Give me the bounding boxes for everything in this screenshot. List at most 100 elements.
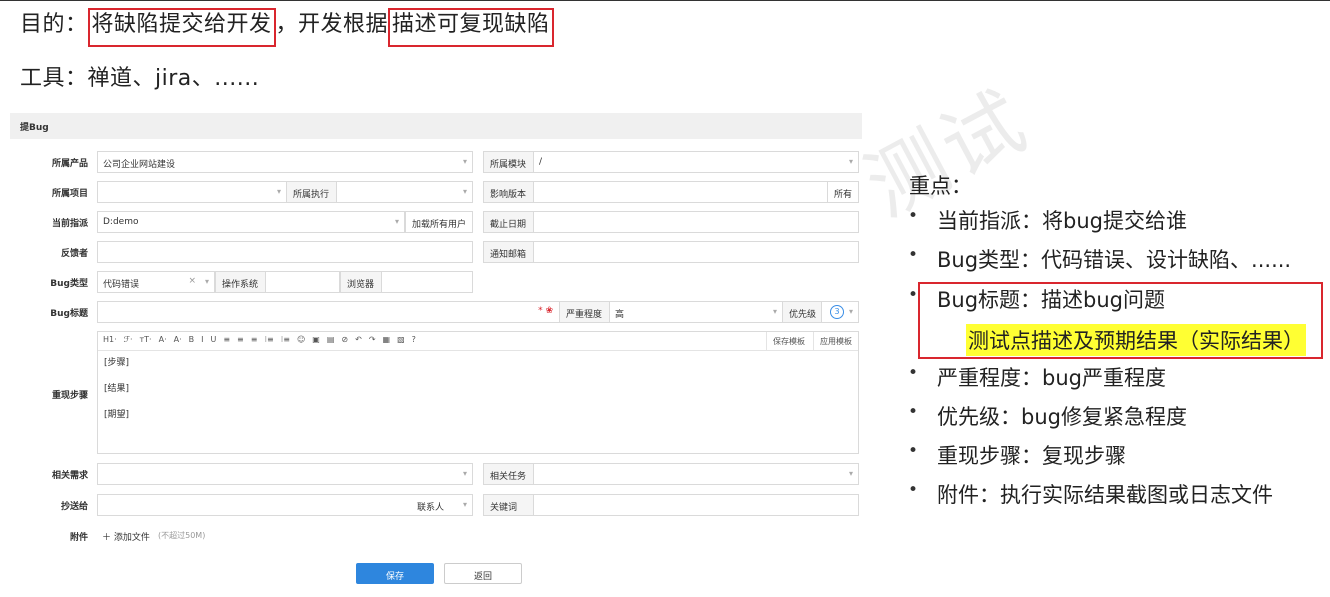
assign-label: 当前指派 [51,219,88,229]
notes-title: 重点： [909,174,972,198]
purpose-line: 目的： 将缺陷提交给开发 ，开发根据 描述可复现缺陷 [20,6,554,47]
project-select[interactable]: ▾ [97,181,287,203]
editor-body[interactable]: [步骤] [结果] [期望] [98,351,858,437]
editor-tool-icon[interactable]: B [189,335,195,344]
chevron-down-icon: ▾ [772,307,777,316]
priority-label: 优先级 [782,301,822,323]
chevron-down-icon: ▾ [848,469,853,478]
row-bug-title: Bug标题 * ❀ 严重程度 高 ▾ 优先级 ▾ 3 [10,301,862,323]
result-line: [结果] [104,384,130,394]
version-select[interactable] [533,181,828,203]
deadline-label: 截止日期 [483,211,534,233]
editor-tool-icon[interactable]: ≡ [237,335,244,344]
add-file-button[interactable]: ＋ 添加文件 [102,530,150,543]
editor-tool-icon[interactable]: ▧ [397,335,405,344]
os-select[interactable] [265,271,340,293]
chevron-down-icon: ▾ [462,157,467,166]
product-select[interactable]: 公司企业网站建设 ▾ [97,151,473,173]
clear-icon[interactable]: × [188,276,196,286]
browser-select[interactable] [381,271,473,293]
assign-value: D:demo [103,217,139,227]
editor-tool-icon[interactable]: ▣ [312,335,320,344]
os-label: 操作系统 [215,271,266,293]
editor-tool-icon[interactable]: ? [412,335,416,344]
purpose-middle: ，开发根据 [275,12,389,37]
save-button[interactable]: 保存 [356,563,434,584]
cc-select[interactable]: 联系人 ▾ [97,494,473,516]
editor-tool-icon[interactable]: I [201,335,203,344]
version-label: 影响版本 [483,181,534,203]
chevron-down-icon: ▾ [462,187,467,196]
steps-editor[interactable]: H1· ℱ· тT· A· A· B I U ≡ ≡ ≡ ⁝≡ ⁝≡ ☺ ▣ ▤ ⊘ ↶ ↷ ▦ ▧? 保存模板 应用模… [97,331,859,454]
row-cc: 抄送给 联系人 ▾ 关键词 [10,494,862,516]
row-attach: 附件 ＋ 添加文件 (不超过50M) [10,525,862,547]
version-all-button[interactable]: 所有 [827,181,859,203]
editor-tool-icon[interactable]: U [210,335,216,344]
attach-label: 附件 [69,533,88,543]
chevron-down-icon: ▾ [276,187,281,196]
editor-tool-icon[interactable]: ↶ [355,335,362,344]
bug-form-screenshot: 提Bug 所属产品 公司企业网站建设 ▾ 所属模块 / ▾ 所属项目 ▾ 所属执行 … [10,113,862,593]
feedback-label: 反馈者 [60,249,88,259]
bug-title-input[interactable]: * ❀ [97,301,560,323]
editor-tool-icon[interactable]: ≡ [223,335,230,344]
chevron-down-icon: ▾ [462,469,467,478]
execution-select[interactable]: ▾ [336,181,473,203]
editor-tool-icon[interactable]: ↷ [369,335,376,344]
chevron-down-icon: ▾ [462,500,467,509]
row-feedback: 反馈者 通知邮箱 [10,241,862,263]
type-value: 代码错误 [103,280,140,290]
notify-input[interactable] [533,241,859,263]
story-label: 相关需求 [51,471,88,481]
editor-tool-icon[interactable]: ⁝≡ [264,335,273,344]
steps-line: [步骤] [104,358,130,368]
row-assign: 当前指派 D:demo ▾ 加载所有用户 截止日期 [10,211,862,233]
product-label: 所属产品 [51,159,88,169]
story-select[interactable]: ▾ [97,463,473,485]
editor-tool-icon[interactable]: ℱ· [124,335,133,344]
editor-tool-icon[interactable]: H1· [103,335,117,344]
feedback-input[interactable] [97,241,473,263]
top-rule [0,0,1330,1]
browser-label: 浏览器 [340,271,382,293]
keywords-input[interactable] [533,494,859,516]
editor-tool-icon[interactable]: ≡ [251,335,258,344]
editor-tool-icon[interactable]: A· [159,335,167,344]
module-value: / [539,157,543,167]
tools-line: 工具：禅道、jira、...... [20,66,260,91]
deadline-input[interactable] [533,211,859,233]
type-label: Bug类型 [50,279,88,289]
task-select[interactable]: ▾ [533,463,859,485]
save-template-button[interactable]: 保存模板 [766,332,811,350]
keywords-label: 关键词 [483,494,534,516]
project-label: 所属项目 [51,189,88,199]
row-story: 相关需求 ▾ 相关任务 ▾ [10,463,862,485]
assign-select[interactable]: D:demo ▾ [97,211,405,233]
severity-value: 高 [615,310,625,320]
editor-tool-icon[interactable]: ⊘ [341,335,348,344]
row-project: 所属项目 ▾ 所属执行 ▾ 影响版本 所有 [10,181,862,203]
back-button[interactable]: 返回 [444,563,522,584]
chevron-down-icon: ▾ [204,277,209,286]
form-title: 提Bug [10,113,862,139]
purpose-highlight-2: 描述可复现缺陷 [388,8,554,47]
execution-label: 所属执行 [286,181,337,203]
contacts-button[interactable]: 联系人 [417,500,444,513]
chevron-down-icon: ▾ [848,157,853,166]
bugtitle-label: Bug标题 [50,309,88,319]
severity-label: 严重程度 [559,301,610,323]
module-select[interactable]: / ▾ [533,151,859,173]
type-select[interactable]: 代码错误 × ▾ [97,271,215,293]
apply-template-button[interactable]: 应用模板 [813,332,858,350]
notify-label: 通知邮箱 [483,241,534,263]
editor-tool-icon[interactable]: A· [174,335,182,344]
highlighted-note: 测试点描述及预期结果（实际结果） [966,324,1306,356]
editor-tool-icon[interactable]: ▦ [383,335,391,344]
editor-tool-icon[interactable]: тT· [140,335,152,344]
editor-tool-icon[interactable]: ☺ [297,335,305,344]
editor-tool-icon[interactable]: ▤ [327,335,335,344]
editor-tool-icon[interactable]: ⁝≡ [281,335,290,344]
severity-select[interactable]: 高 ▾ [609,301,783,323]
load-all-users-button[interactable]: 加载所有用户 [405,211,473,233]
chevron-down-icon: ▾ [394,217,399,226]
